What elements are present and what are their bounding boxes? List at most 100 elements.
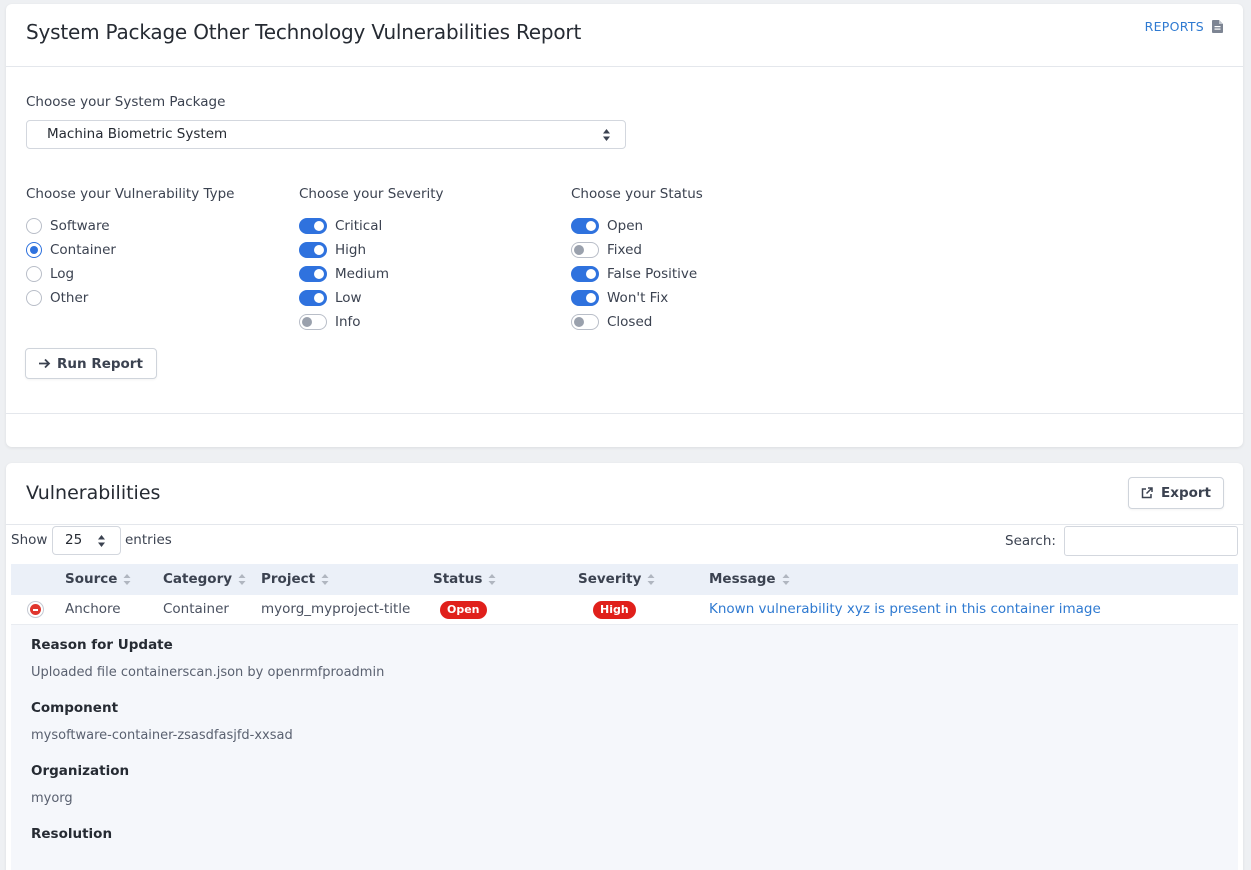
vulnerabilities-card: Vulnerabilities Export Show 25 entries S… (6, 463, 1243, 870)
toggle-switch[interactable] (299, 242, 327, 258)
toggle-switch[interactable] (299, 266, 327, 282)
external-link-icon (1141, 487, 1153, 499)
column-label: Severity (578, 571, 642, 587)
vuln-type-label: Choose your Vulnerability Type (26, 186, 235, 202)
column-header-project[interactable]: Project (261, 571, 329, 587)
column-label: Message (709, 571, 776, 587)
toggle-low[interactable]: Low (299, 286, 444, 310)
arrow-right-icon (39, 358, 51, 369)
radio-button[interactable] (26, 242, 42, 258)
option-label: Fixed (607, 242, 642, 258)
divider (6, 413, 1243, 414)
radio-software[interactable]: Software (26, 214, 235, 238)
severity-badge: High (593, 601, 636, 619)
status-label: Choose your Status (571, 186, 703, 202)
collapse-row-icon[interactable] (27, 601, 44, 618)
radio-other[interactable]: Other (26, 286, 235, 310)
radio-button[interactable] (26, 218, 42, 234)
sort-icon (321, 573, 329, 585)
toggle-false-positive[interactable]: False Positive (571, 262, 703, 286)
sort-icon (238, 573, 246, 585)
status-group: Choose your Status Open Fixed False Posi… (571, 186, 703, 334)
table-row[interactable]: Anchore Container myorg_myproject-title … (11, 595, 1238, 625)
search-input[interactable] (1064, 526, 1238, 556)
radio-container[interactable]: Container (26, 238, 235, 262)
column-label: Category (163, 571, 233, 587)
toggle-wont-fix[interactable]: Won't Fix (571, 286, 703, 310)
toggle-switch[interactable] (299, 218, 327, 234)
vulnerabilities-title: Vulnerabilities (26, 482, 161, 504)
radio-button[interactable] (26, 266, 42, 282)
sort-icon (647, 573, 655, 585)
vuln-type-group: Choose your Vulnerability Type Software … (26, 186, 235, 310)
column-header-source[interactable]: Source (65, 571, 131, 587)
document-icon (1212, 20, 1223, 33)
column-label: Project (261, 571, 316, 587)
export-button[interactable]: Export (1128, 477, 1224, 509)
reports-link[interactable]: REPORTS (1145, 19, 1223, 34)
toggle-switch[interactable] (571, 290, 599, 306)
export-label: Export (1161, 485, 1211, 501)
table-header: Source Category Project Status Severity … (11, 564, 1238, 595)
detail-value-component: mysoftware-container-zsasdfasjfd-xxsad (31, 728, 293, 743)
detail-label-organization: Organization (31, 763, 130, 779)
toggle-switch[interactable] (299, 290, 327, 306)
sort-icon (782, 573, 790, 585)
select-arrows-icon (98, 535, 105, 547)
package-select[interactable]: Machina Biometric System (26, 120, 626, 149)
option-label: Medium (335, 266, 389, 282)
card-header: System Package Other Technology Vulnerab… (6, 4, 1243, 67)
toggle-switch[interactable] (299, 314, 327, 330)
package-selected-value: Machina Biometric System (47, 126, 228, 142)
cell-message-link[interactable]: Known vulnerability xyz is present in th… (709, 601, 1101, 617)
page-title: System Package Other Technology Vulnerab… (26, 20, 582, 44)
select-arrows-icon (603, 129, 610, 141)
detail-value-organization: myorg (31, 791, 73, 806)
toggle-medium[interactable]: Medium (299, 262, 444, 286)
column-label: Source (65, 571, 118, 587)
column-header-status[interactable]: Status (433, 571, 496, 587)
cell-source: Anchore (65, 601, 121, 617)
page-length-select[interactable]: 25 (52, 526, 121, 555)
radio-button[interactable] (26, 290, 42, 306)
toggle-critical[interactable]: Critical (299, 214, 444, 238)
option-label: Info (335, 314, 361, 330)
reports-link-label: REPORTS (1144, 19, 1204, 34)
show-label: Show (11, 532, 48, 548)
option-label: Software (50, 218, 110, 234)
radio-log[interactable]: Log (26, 262, 235, 286)
toggle-info[interactable]: Info (299, 310, 444, 334)
detail-label-component: Component (31, 700, 119, 716)
search-label: Search: (1005, 533, 1056, 549)
option-label: Open (607, 218, 644, 234)
toggle-switch[interactable] (571, 242, 599, 258)
toggle-open[interactable]: Open (571, 214, 703, 238)
package-label: Choose your System Package (26, 94, 226, 110)
detail-value-reason: Uploaded file containerscan.json by open… (31, 665, 385, 680)
option-label: Other (50, 290, 89, 306)
toggle-switch[interactable] (571, 218, 599, 234)
option-label: Container (50, 242, 116, 258)
column-label: Status (433, 571, 483, 587)
toggle-fixed[interactable]: Fixed (571, 238, 703, 262)
column-header-category[interactable]: Category (163, 571, 246, 587)
row-details: Reason for Update Uploaded file containe… (11, 625, 1238, 870)
toggle-closed[interactable]: Closed (571, 310, 703, 334)
column-header-message[interactable]: Message (709, 571, 790, 587)
severity-label: Choose your Severity (299, 186, 444, 202)
toggle-high[interactable]: High (299, 238, 444, 262)
run-report-label: Run Report (57, 355, 143, 372)
option-label: Critical (335, 218, 383, 234)
option-label: High (335, 242, 367, 258)
toggle-switch[interactable] (571, 314, 599, 330)
option-label: Log (50, 266, 75, 282)
option-label: Won't Fix (607, 290, 669, 306)
entries-label: entries (125, 532, 172, 548)
report-options-card: System Package Other Technology Vulnerab… (6, 4, 1243, 447)
column-header-severity[interactable]: Severity (578, 571, 655, 587)
vulnerabilities-table: Source Category Project Status Severity … (11, 564, 1238, 870)
run-report-button[interactable]: Run Report (25, 348, 157, 379)
toggle-switch[interactable] (571, 266, 599, 282)
detail-label-reason: Reason for Update (31, 637, 173, 653)
detail-label-resolution: Resolution (31, 826, 113, 842)
